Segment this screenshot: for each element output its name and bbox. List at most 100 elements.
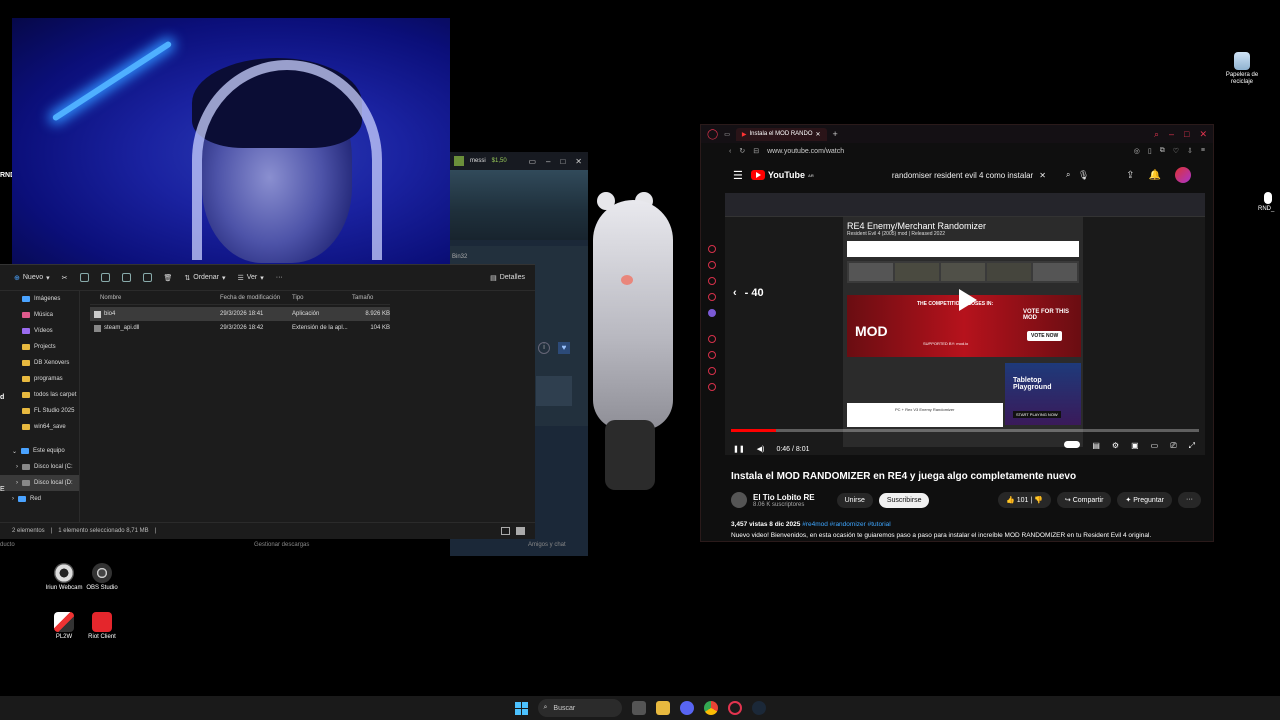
clear-icon[interactable]: ✕ (1039, 171, 1046, 180)
minimize-button-icon[interactable]: – (546, 157, 550, 166)
sidebar-app-icon[interactable] (708, 261, 716, 269)
mic-icon[interactable]: 🎙 (1078, 170, 1089, 181)
search-bar[interactable]: randomiser resident evil 4 como instalar… (892, 166, 1071, 184)
sidebar-item-todos[interactable]: todos las carpet (0, 387, 79, 403)
screenshot-icon[interactable]: ◎ (1134, 147, 1140, 155)
sidebar-app-icon[interactable] (708, 277, 716, 285)
more-button[interactable]: ··· (276, 274, 283, 281)
reload-icon[interactable]: ↻ (739, 147, 745, 155)
column-type[interactable]: Tipo (292, 295, 352, 301)
taskbar-search[interactable]: ⌕ Buscar (537, 699, 622, 717)
video-player[interactable]: RE4 Enemy/Merchant Randomizer Resident E… (725, 193, 1205, 455)
recycle-bin-shortcut[interactable]: Papelera de reciclaje (1214, 52, 1270, 86)
share-icon[interactable] (142, 273, 152, 282)
maximize-icon[interactable]: □ (1184, 129, 1189, 140)
opera-gx-icon[interactable] (727, 701, 742, 715)
sidebar-item-win64-save[interactable]: win64_save (0, 419, 79, 435)
more-button[interactable]: ··· (1178, 492, 1201, 508)
channel-avatar[interactable] (731, 492, 747, 508)
search-input[interactable]: randomiser resident evil 4 como instalar (892, 171, 1033, 180)
hamburger-icon[interactable]: ☰ (733, 169, 743, 182)
friends-chat-button[interactable]: Amigos y chat (528, 542, 566, 548)
video-description[interactable]: 3,457 vistas 8 dic 2025 #re4mod #randomi… (731, 519, 1201, 541)
copy-icon[interactable] (79, 273, 89, 282)
grid-view-icon[interactable] (516, 527, 525, 535)
info-icon[interactable]: i (538, 342, 550, 354)
obs-studio-shortcut[interactable]: OBS Studio (74, 563, 130, 592)
close-icon[interactable]: ✕ (816, 131, 821, 138)
avatar[interactable] (1175, 167, 1191, 183)
upload-icon[interactable]: ⇪ (1126, 170, 1134, 181)
site-info-icon[interactable]: ⊟ (753, 147, 759, 155)
file-explorer-icon[interactable] (655, 701, 670, 715)
start-icon[interactable] (514, 701, 528, 715)
sidebar-item-disco-d[interactable]: › Disco local (D: (0, 475, 79, 491)
share-button[interactable]: ↪ Compartir (1056, 492, 1112, 508)
subscribe-button[interactable]: Suscribirse (878, 492, 930, 508)
sidebar-app-icon[interactable] (708, 383, 716, 391)
heart-icon[interactable]: ♡ (1173, 147, 1179, 155)
tab-youtube[interactable]: ▶ Instala el MOD RANDO ✕ (735, 127, 827, 141)
discord-icon[interactable] (679, 701, 694, 715)
cast-icon[interactable]: ⎚ (1170, 441, 1176, 451)
fullscreen-icon[interactable]: ⤢ (1189, 441, 1195, 451)
sidebar-app-icon[interactable] (708, 351, 716, 359)
sidebar-item-musica[interactable]: Música (0, 307, 79, 323)
sidebar-app-icon[interactable] (708, 309, 716, 317)
extensions-icon[interactable]: ⧉ (1160, 147, 1165, 155)
riot-client-shortcut[interactable]: Riot Client (74, 612, 130, 641)
task-view-icon[interactable] (631, 701, 646, 715)
bookmark-icon[interactable]: ▯ (1148, 147, 1152, 155)
heart-icon[interactable]: ♥ (558, 342, 570, 354)
list-view-icon[interactable] (501, 527, 510, 535)
back-icon[interactable]: ‹ (729, 148, 731, 155)
opera-logo-icon[interactable]: ◯ (707, 129, 718, 140)
view-button[interactable]: ☰ Ver ▾ (237, 274, 263, 282)
bell-icon[interactable]: 🔔 (1149, 170, 1161, 181)
minimize-icon[interactable]: – (1169, 129, 1174, 140)
new-tab-icon[interactable]: + (833, 129, 838, 139)
channel-name[interactable]: El Tio Lobito RE (753, 493, 815, 502)
chrome-icon[interactable] (703, 701, 718, 715)
search-icon[interactable]: ⌕ (1066, 170, 1070, 180)
tab-list-icon[interactable]: ▭ (724, 131, 730, 138)
miniplayer-icon[interactable]: ▣ (1131, 441, 1139, 451)
rename-icon[interactable] (121, 273, 131, 282)
download-icon[interactable]: ⇩ (1187, 147, 1193, 155)
theater-icon[interactable]: ▭ (1151, 441, 1159, 451)
search-icon[interactable]: ⌕ (1154, 129, 1159, 140)
play-icon[interactable] (951, 285, 981, 315)
new-button[interactable]: ⊕ Nuevo ▾ (14, 274, 50, 282)
progress-bar[interactable] (731, 429, 1199, 432)
sidebar-item-imagenes[interactable]: Imágenes (0, 291, 79, 307)
close-icon[interactable]: ✕ (575, 157, 582, 166)
sidebar-item-este-equipo[interactable]: ⌄ Este equipo (0, 443, 79, 459)
maximize-icon[interactable]: □ (560, 157, 565, 166)
minimize-icon[interactable]: ▭ (528, 157, 536, 166)
paste-icon[interactable] (100, 273, 110, 282)
sidebar-item-videos[interactable]: Vídeos (0, 323, 79, 339)
youtube-logo[interactable]: YouTube AR (750, 170, 814, 180)
sidebar-item-fl-studio[interactable]: FL Studio 2025 (0, 403, 79, 419)
pause-icon[interactable]: ❚❚ (733, 445, 745, 453)
sidebar-app-icon[interactable] (708, 367, 716, 375)
details-button[interactable]: ▤ Detalles (490, 274, 535, 282)
sidebar-item-red[interactable]: › Red (0, 491, 79, 507)
manage-downloads-button[interactable]: Gestionar descargas (254, 542, 309, 548)
description-tags[interactable]: #re4mod #randomizer #tutorial (802, 521, 891, 528)
table-row[interactable]: bio4 29/3/2026 18:41 Aplicación 8.926 KB (90, 307, 390, 321)
steam-icon[interactable] (751, 701, 766, 715)
join-button[interactable]: Unirse (836, 492, 873, 508)
sidebar-item-projects[interactable]: Projects (0, 339, 79, 355)
column-size[interactable]: Tamaño (352, 295, 390, 301)
sidebar-app-icon[interactable] (708, 293, 716, 301)
sidebar-app-icon[interactable] (708, 335, 716, 343)
cut-icon[interactable]: ✂ (62, 274, 68, 282)
sidebar-item-db-xenovers[interactable]: DB Xenovers (0, 355, 79, 371)
ask-button[interactable]: ✦ Preguntar (1117, 492, 1172, 508)
volume-icon[interactable]: ◀) (757, 445, 765, 453)
url-field[interactable]: www.youtube.com/watch (767, 148, 844, 155)
sidebar-item-programas[interactable]: programas (0, 371, 79, 387)
column-name[interactable]: Nombre (90, 295, 220, 301)
autoplay-toggle[interactable] (1064, 441, 1081, 448)
